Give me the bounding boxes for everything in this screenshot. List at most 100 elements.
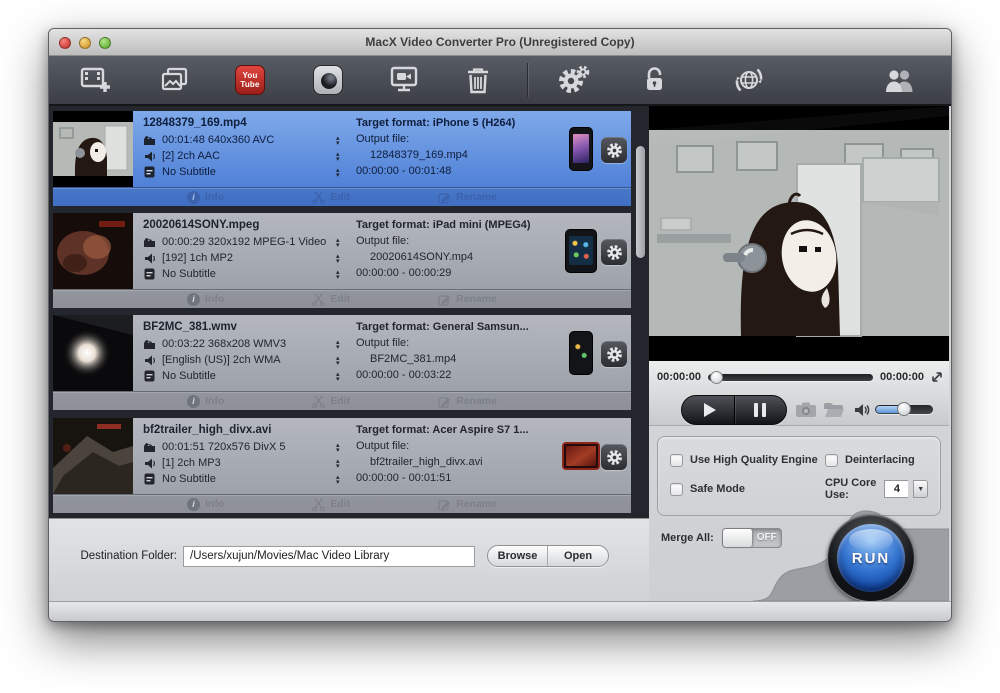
help-community-button[interactable] <box>877 60 923 100</box>
settings-button[interactable] <box>550 60 596 100</box>
rename-button[interactable]: Rename <box>438 395 497 408</box>
edit-button[interactable]: Edit <box>312 498 350 511</box>
audio-stepper[interactable]: ▴▾ <box>336 459 340 469</box>
file-name: 12848379_169.mp4 <box>143 117 338 129</box>
scissors-icon <box>312 498 325 511</box>
checkbox-icon[interactable] <box>670 454 683 467</box>
subtitle-stepper[interactable]: ▴▾ <box>336 168 340 178</box>
pause-button[interactable] <box>735 396 787 424</box>
register-button[interactable] <box>632 60 678 100</box>
rename-button[interactable]: Rename <box>438 498 497 511</box>
close-button[interactable] <box>59 37 71 49</box>
subtitle-stepper[interactable]: ▴▾ <box>336 270 340 280</box>
open-button[interactable]: Open <box>548 546 608 566</box>
record-button[interactable] <box>305 60 351 100</box>
video-stepper[interactable]: ▴▾ <box>336 136 340 146</box>
subtitle-stepper[interactable]: ▴▾ <box>336 372 340 382</box>
audio-stepper[interactable]: ▴▾ <box>336 254 340 264</box>
safe-mode-checkbox[interactable]: Safe Mode <box>670 483 825 496</box>
info-icon: i <box>187 498 200 511</box>
add-photo-button[interactable] <box>151 60 197 100</box>
duration-range: 00:00:00 - 00:03:22 <box>356 369 561 385</box>
rename-button[interactable]: Rename <box>438 293 497 306</box>
subtitle-icon <box>143 370 156 382</box>
edit-button[interactable]: Edit <box>312 395 350 408</box>
video-thumbnail <box>53 418 133 494</box>
deinterlacing-checkbox[interactable]: Deinterlacing <box>825 454 928 467</box>
title-bar[interactable]: MacX Video Converter Pro (Unregistered C… <box>49 29 951 56</box>
delete-button[interactable] <box>455 60 501 100</box>
play-button[interactable] <box>682 396 735 424</box>
subtitle-info: No Subtitle <box>162 268 216 280</box>
mute-button[interactable] <box>849 399 875 421</box>
high-quality-checkbox[interactable]: Use High Quality Engine <box>670 454 825 467</box>
rename-button[interactable]: Rename <box>438 191 497 204</box>
edit-button[interactable]: Edit <box>312 191 350 204</box>
file-list-item-3[interactable]: BF2MC_381.wmv 00:03:22 368x208 WMV3 [Eng… <box>53 315 631 410</box>
checkbox-icon[interactable] <box>670 483 683 496</box>
run-button-label: RUN <box>852 550 891 567</box>
format-settings-button[interactable] <box>601 239 627 265</box>
format-settings-button[interactable] <box>601 341 627 367</box>
info-icon: i <box>187 293 200 306</box>
subtitle-info: No Subtitle <box>162 370 216 382</box>
info-button[interactable]: iInfo <box>187 293 224 306</box>
checkbox-icon[interactable] <box>825 454 838 467</box>
gear-icon <box>606 142 623 159</box>
audio-info: [192] 1ch MP2 <box>162 252 233 264</box>
seek-knob[interactable] <box>710 371 723 384</box>
rename-pencil-icon <box>438 293 451 306</box>
video-stepper[interactable]: ▴▾ <box>336 443 340 453</box>
list-scrollbar[interactable] <box>636 146 645 258</box>
run-button[interactable]: RUN <box>827 514 915 602</box>
users-icon <box>883 66 917 94</box>
pause-icon <box>754 403 766 417</box>
scissors-icon <box>312 191 325 204</box>
video-stepper[interactable]: ▴▾ <box>336 340 340 350</box>
file-list-item-1[interactable]: 12848379_169.mp4 00:01:48 640x360 AVC [2… <box>53 111 631 206</box>
volume-knob[interactable] <box>897 402 911 416</box>
video-track-icon <box>143 236 156 248</box>
fullscreen-icon[interactable] <box>931 371 943 383</box>
screen-recorder-button[interactable] <box>381 60 427 100</box>
format-settings-button[interactable] <box>601 444 627 470</box>
samsung-device-icon <box>569 331 593 375</box>
add-video-button[interactable] <box>73 60 119 100</box>
destination-panel: Destination Folder: Browse Open <box>49 518 649 601</box>
audio-stepper[interactable]: ▴▾ <box>336 356 340 366</box>
cpu-core-dropdown-button[interactable]: ▼ <box>913 480 928 498</box>
volume-slider[interactable] <box>875 405 933 414</box>
video-track-icon <box>143 338 156 350</box>
output-file-name: 20020614SONY.mp4 <box>356 251 561 267</box>
cpu-core-value[interactable]: 4 <box>884 480 908 498</box>
format-settings-button[interactable] <box>601 137 627 163</box>
update-button[interactable] <box>726 60 772 100</box>
open-output-folder-button[interactable] <box>821 399 847 421</box>
file-list-item-2[interactable]: 20020614SONY.mpeg 00:00:29 320x192 MPEG-… <box>53 213 631 308</box>
file-name: BF2MC_381.wmv <box>143 321 338 333</box>
run-button-face: RUN <box>837 524 905 592</box>
edit-button[interactable]: Edit <box>312 293 350 306</box>
snapshot-button[interactable] <box>793 399 819 421</box>
file-list-item-4[interactable]: bf2trailer_high_divx.avi 00:01:51 720x57… <box>53 418 631 513</box>
audio-stepper[interactable]: ▴▾ <box>336 152 340 162</box>
info-button[interactable]: iInfo <box>187 395 224 408</box>
playback-controls: 00:00:00 00:00:00 <box>649 361 949 426</box>
audio-info: [2] 2ch AAC <box>162 150 220 162</box>
destination-folder-input[interactable] <box>183 546 475 567</box>
youtube-download-button[interactable]: You Tube <box>227 60 273 100</box>
minimize-button[interactable] <box>79 37 91 49</box>
info-button[interactable]: iInfo <box>187 191 224 204</box>
app-window: MacX Video Converter Pro (Unregistered C… <box>48 28 952 622</box>
info-button[interactable]: iInfo <box>187 498 224 511</box>
zoom-button[interactable] <box>99 37 111 49</box>
file-name: bf2trailer_high_divx.avi <box>143 424 338 436</box>
seek-bar[interactable] <box>708 374 873 381</box>
play-pause-buttons <box>681 395 787 425</box>
browse-button[interactable]: Browse <box>488 546 548 566</box>
subtitle-stepper[interactable]: ▴▾ <box>336 475 340 485</box>
rename-pencil-icon <box>438 395 451 408</box>
video-stepper[interactable]: ▴▾ <box>336 238 340 248</box>
camera-icon <box>795 402 817 418</box>
add-video-icon <box>80 66 112 94</box>
